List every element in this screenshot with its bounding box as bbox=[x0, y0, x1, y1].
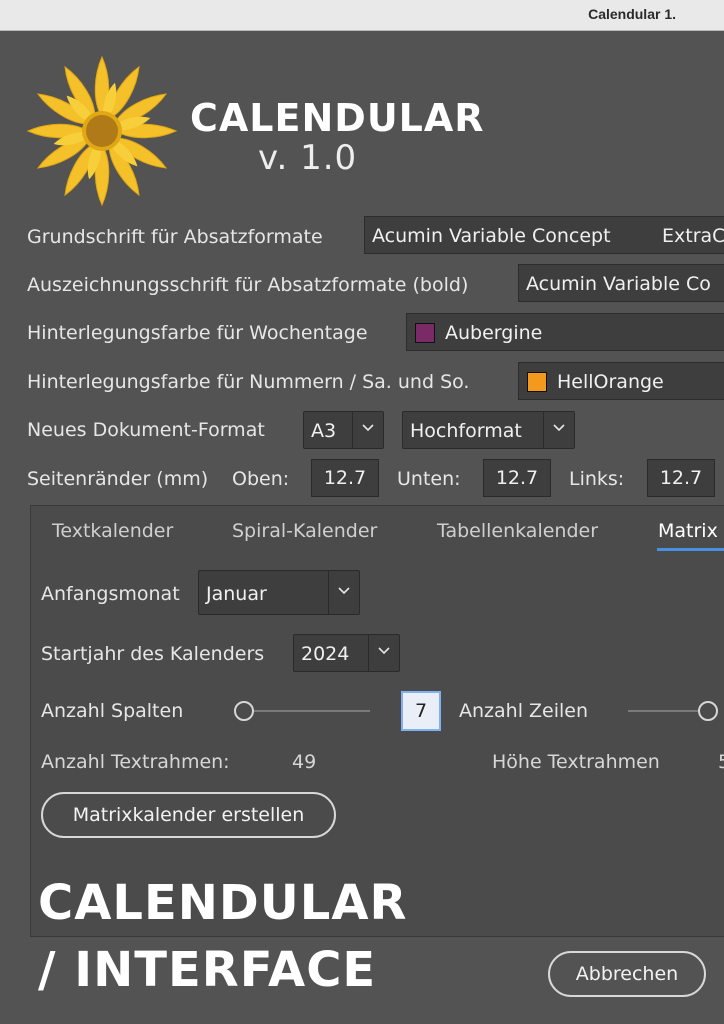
grundschrift-value: Acumin Variable Concept bbox=[372, 225, 611, 247]
auszeichnung-field[interactable]: Acumin Variable Co bbox=[518, 264, 724, 302]
active-tab-indicator bbox=[657, 548, 724, 551]
aubergine-swatch bbox=[415, 323, 435, 343]
zeilen-slider-track[interactable] bbox=[628, 710, 700, 712]
wochentage-value: Aubergine bbox=[445, 322, 543, 344]
brand-version: v. 1.0 bbox=[258, 138, 358, 178]
wochentage-label: Hinterlegungsfarbe für Wochentage bbox=[27, 322, 368, 344]
zeilen-label: Anzahl Zeilen bbox=[459, 700, 589, 722]
chevron-down-icon bbox=[362, 424, 374, 432]
tab-tabellenkalender[interactable]: Tabellenkalender bbox=[437, 520, 598, 542]
window-title: Calendular 1. bbox=[588, 6, 676, 22]
textrahmen-value: 49 bbox=[292, 751, 317, 773]
hellorange-swatch bbox=[527, 372, 547, 392]
oben-input[interactable]: 12.7 bbox=[311, 459, 379, 497]
anfangsmonat-label: Anfangsmonat bbox=[41, 583, 180, 605]
startjahr-dropdown[interactable]: 2024 bbox=[293, 634, 400, 672]
hoehe-label: Höhe Textrahmen bbox=[492, 751, 660, 773]
auszeichnung-label: Auszeichnungsschrift für Absatzformate (… bbox=[27, 274, 469, 296]
footer-title-line1: CALENDULAR bbox=[38, 875, 408, 931]
orientation-value: Hochformat bbox=[410, 420, 522, 442]
startjahr-label: Startjahr des Kalenders bbox=[41, 643, 265, 665]
unten-label: Unten: bbox=[397, 468, 461, 490]
tab-matrix[interactable]: Matrix bbox=[658, 520, 718, 542]
links-input[interactable]: 12.7 bbox=[647, 459, 715, 497]
calendula-flower-logo bbox=[26, 55, 178, 207]
startjahr-value: 2024 bbox=[301, 643, 350, 665]
textrahmen-label: Anzahl Textrahmen: bbox=[41, 751, 230, 773]
startjahr-dropdown-button[interactable] bbox=[368, 635, 399, 671]
format-dropdown[interactable]: A3 bbox=[303, 411, 384, 449]
grundschrift-label: Grundschrift für Absatzformate bbox=[27, 226, 323, 248]
raender-label: Seitenränder (mm) bbox=[27, 468, 209, 490]
format-value: A3 bbox=[311, 420, 337, 442]
grundschrift-style: ExtraC bbox=[662, 225, 724, 247]
nummern-label: Hinterlegungsfarbe für Nummern / Sa. und… bbox=[27, 371, 470, 393]
zeilen-slider-knob[interactable] bbox=[698, 701, 718, 721]
anfangsmonat-value: Januar bbox=[206, 583, 267, 605]
spalten-slider-knob[interactable] bbox=[234, 701, 254, 721]
tab-textkalender[interactable]: Textkalender bbox=[52, 520, 173, 542]
oben-label: Oben: bbox=[232, 468, 290, 490]
orientation-dropdown-button[interactable] bbox=[543, 412, 574, 448]
unten-input[interactable]: 12.7 bbox=[483, 459, 551, 497]
tab-spiral-kalender[interactable]: Spiral-Kalender bbox=[232, 520, 377, 542]
hoehe-value: 5 bbox=[718, 751, 724, 773]
orientation-dropdown[interactable]: Hochformat bbox=[402, 411, 575, 449]
dokument-label: Neues Dokument-Format bbox=[27, 419, 265, 441]
links-label: Links: bbox=[569, 468, 625, 490]
format-dropdown-button[interactable] bbox=[352, 412, 383, 448]
grundschrift-field[interactable]: Acumin Variable Concept ExtraC bbox=[364, 216, 724, 254]
footer-title-line2: / INTERFACE bbox=[38, 942, 377, 998]
auszeichnung-value: Acumin Variable Co bbox=[526, 273, 711, 295]
nummern-color-select[interactable]: HellOrange bbox=[518, 362, 724, 400]
chevron-down-icon bbox=[378, 647, 390, 655]
wochentage-color-select[interactable]: Aubergine bbox=[406, 313, 724, 351]
chevron-down-icon bbox=[338, 587, 350, 595]
spalten-input[interactable]: 7 bbox=[401, 691, 441, 731]
abbrechen-button[interactable]: Abbrechen bbox=[548, 951, 706, 997]
spalten-label: Anzahl Spalten bbox=[41, 700, 184, 722]
spalten-slider-track[interactable] bbox=[244, 710, 370, 712]
nummern-value: HellOrange bbox=[557, 371, 664, 393]
chevron-down-icon bbox=[553, 424, 565, 432]
anfangsmonat-dropdown[interactable]: Januar bbox=[198, 570, 360, 615]
brand-name: CALENDULAR bbox=[190, 96, 485, 140]
anfangsmonat-dropdown-button[interactable] bbox=[328, 571, 359, 614]
window-titlebar: Calendular 1. bbox=[0, 0, 724, 31]
matrixkalender-erstellen-button[interactable]: Matrixkalender erstellen bbox=[41, 792, 336, 838]
